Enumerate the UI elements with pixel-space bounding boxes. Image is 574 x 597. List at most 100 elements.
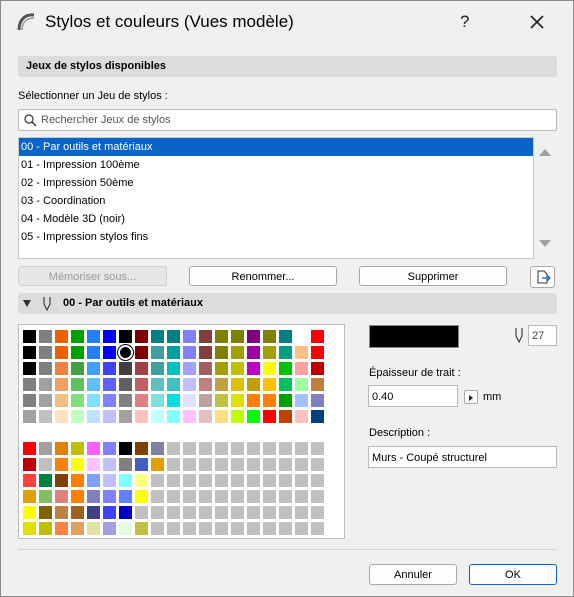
- pen-color-cell[interactable]: [278, 329, 293, 344]
- pen-color-cell[interactable]: [102, 489, 117, 504]
- pen-color-cell[interactable]: [262, 441, 277, 456]
- pen-color-cell[interactable]: [230, 329, 245, 344]
- pen-color-cell[interactable]: [134, 329, 149, 344]
- pen-color-cell[interactable]: [246, 441, 261, 456]
- pen-color-cell[interactable]: [118, 329, 133, 344]
- pen-color-cell[interactable]: [86, 329, 101, 344]
- pen-color-cell[interactable]: [294, 457, 309, 472]
- pen-color-cell[interactable]: [182, 489, 197, 504]
- pen-color-cell[interactable]: [150, 489, 165, 504]
- pen-color-cell[interactable]: [294, 377, 309, 392]
- pen-color-cell[interactable]: [310, 473, 325, 488]
- pen-color-cell[interactable]: [86, 409, 101, 424]
- penset-list-item[interactable]: 02 - Impression 50ème: [19, 174, 533, 192]
- pen-color-cell[interactable]: [86, 425, 101, 440]
- pen-color-cell[interactable]: [198, 505, 213, 520]
- pen-color-cell[interactable]: [38, 409, 53, 424]
- pen-color-cell[interactable]: [166, 489, 181, 504]
- pen-color-cell[interactable]: [246, 489, 261, 504]
- pen-color-cell[interactable]: [182, 505, 197, 520]
- penset-list-item[interactable]: 00 - Par outils et matériaux: [19, 138, 533, 156]
- pen-color-cell[interactable]: [70, 361, 85, 376]
- pen-color-cell[interactable]: [278, 409, 293, 424]
- pen-color-cell[interactable]: [294, 345, 309, 360]
- pen-color-cell[interactable]: [86, 361, 101, 376]
- pen-color-cell[interactable]: [310, 441, 325, 456]
- penset-list-item[interactable]: 05 - Impression stylos fins: [19, 228, 533, 246]
- pen-color-cell[interactable]: [246, 457, 261, 472]
- pen-color-cell[interactable]: [54, 521, 69, 536]
- pen-color-cell[interactable]: [70, 521, 85, 536]
- penset-list-item[interactable]: 04 - Modèle 3D (noir): [19, 210, 533, 228]
- pen-color-cell[interactable]: [214, 457, 229, 472]
- pen-color-cell[interactable]: [38, 425, 53, 440]
- pen-color-cell[interactable]: [102, 441, 117, 456]
- pen-color-cell[interactable]: [118, 345, 133, 360]
- pen-color-cell[interactable]: [38, 473, 53, 488]
- pen-color-cell[interactable]: [38, 329, 53, 344]
- pen-color-cell[interactable]: [134, 409, 149, 424]
- pen-color-cell[interactable]: [150, 345, 165, 360]
- pen-color-cell[interactable]: [198, 457, 213, 472]
- pen-color-cell[interactable]: [230, 441, 245, 456]
- penset-list-item[interactable]: 03 - Coordination: [19, 192, 533, 210]
- pen-color-cell[interactable]: [278, 521, 293, 536]
- collapse-triangle-icon[interactable]: [23, 300, 31, 307]
- pen-color-cell[interactable]: [102, 361, 117, 376]
- pen-color-cell[interactable]: [166, 505, 181, 520]
- pen-color-cell[interactable]: [246, 393, 261, 408]
- thickness-input[interactable]: 0.40: [368, 385, 458, 407]
- pen-color-cell[interactable]: [38, 377, 53, 392]
- pen-color-cell[interactable]: [150, 377, 165, 392]
- penset-search-input[interactable]: Rechercher Jeux de stylos: [18, 109, 557, 131]
- pen-color-cell[interactable]: [262, 457, 277, 472]
- pen-color-cell[interactable]: [294, 425, 309, 440]
- pen-color-cell[interactable]: [118, 409, 133, 424]
- pen-color-cell[interactable]: [150, 521, 165, 536]
- pen-color-cell[interactable]: [278, 457, 293, 472]
- pen-color-cell[interactable]: [198, 329, 213, 344]
- pen-color-cell[interactable]: [294, 393, 309, 408]
- pen-color-cell[interactable]: [70, 457, 85, 472]
- pen-color-cell[interactable]: [278, 345, 293, 360]
- pen-color-cell[interactable]: [102, 377, 117, 392]
- pen-color-cell[interactable]: [214, 377, 229, 392]
- pen-color-cell[interactable]: [118, 361, 133, 376]
- pen-color-cell[interactable]: [246, 505, 261, 520]
- pen-color-cell[interactable]: [182, 521, 197, 536]
- pen-color-cell[interactable]: [102, 425, 117, 440]
- pen-color-cell[interactable]: [22, 409, 37, 424]
- pen-color-cell[interactable]: [262, 345, 277, 360]
- pen-color-cell[interactable]: [102, 521, 117, 536]
- pen-color-cell[interactable]: [262, 521, 277, 536]
- pen-color-cell[interactable]: [70, 441, 85, 456]
- pen-color-cell[interactable]: [214, 393, 229, 408]
- pen-color-cell[interactable]: [70, 505, 85, 520]
- pen-color-cell[interactable]: [118, 457, 133, 472]
- pen-color-cell[interactable]: [166, 345, 181, 360]
- pen-color-cell[interactable]: [278, 393, 293, 408]
- pen-color-cell[interactable]: [262, 409, 277, 424]
- pen-color-cell[interactable]: [134, 489, 149, 504]
- pen-number-field[interactable]: 27: [528, 325, 557, 346]
- cancel-button[interactable]: Annuler: [369, 564, 457, 585]
- pen-color-cell[interactable]: [166, 361, 181, 376]
- pen-color-cell[interactable]: [102, 393, 117, 408]
- pen-color-cell[interactable]: [134, 473, 149, 488]
- pen-color-cell[interactable]: [118, 473, 133, 488]
- pen-color-cell[interactable]: [278, 505, 293, 520]
- pen-color-cell[interactable]: [134, 361, 149, 376]
- pen-color-cell[interactable]: [118, 489, 133, 504]
- pen-color-cell[interactable]: [134, 505, 149, 520]
- pen-color-cell[interactable]: [166, 393, 181, 408]
- pen-color-cell[interactable]: [166, 425, 181, 440]
- pen-color-cell[interactable]: [182, 345, 197, 360]
- pen-color-cell[interactable]: [182, 329, 197, 344]
- pen-color-cell[interactable]: [278, 361, 293, 376]
- pen-color-cell[interactable]: [230, 489, 245, 504]
- pen-color-cell[interactable]: [134, 377, 149, 392]
- pen-color-cell[interactable]: [22, 473, 37, 488]
- pen-color-cell[interactable]: [278, 441, 293, 456]
- pen-color-cell[interactable]: [310, 377, 325, 392]
- memorize-button[interactable]: Mémoriser sous...: [18, 266, 167, 286]
